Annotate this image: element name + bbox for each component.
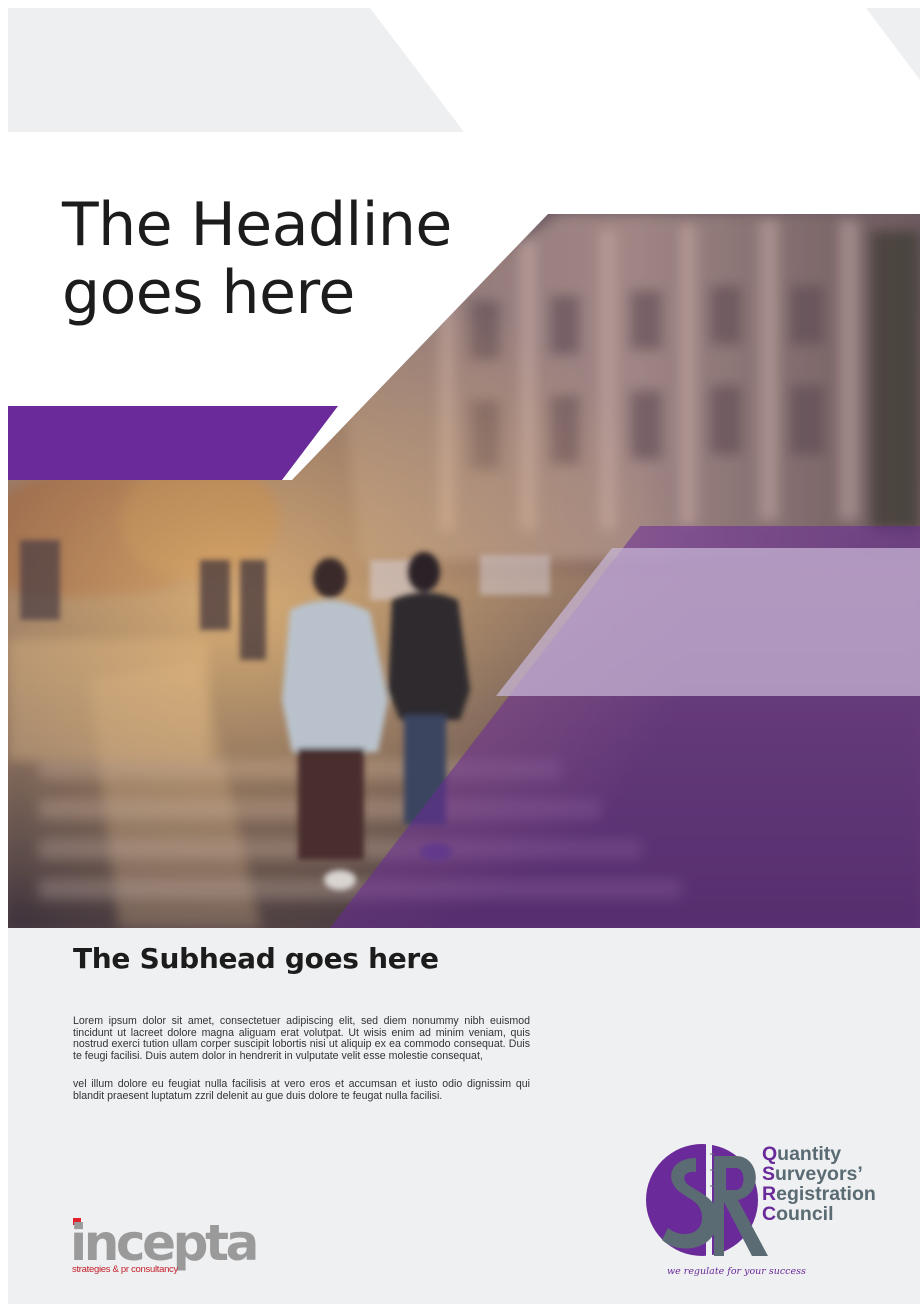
body-copy: Lorem ipsum dolor sit amet, consectetuer… (73, 1015, 530, 1120)
subhead: The Subhead goes here (73, 942, 439, 975)
qsrc-logo: Quantity Surveyors’ Registration Council… (640, 1140, 900, 1290)
poster-page: The Headline goes here The Subhead goes … (0, 0, 920, 1304)
incepta-tagline: strategies & pr consultancy (72, 1264, 178, 1275)
qsrc-line-surveyors: Surveyors’ (762, 1163, 863, 1185)
headline-line-2: goes here (62, 257, 355, 328)
body-paragraph-2: vel illum dolore eu feugiat nulla facili… (73, 1078, 530, 1102)
qsrc-line-quantity: Quantity (762, 1143, 842, 1165)
qsrc-name: Quantity Surveyors’ Registration Council (762, 1144, 876, 1224)
qsrc-line-registration: Registration (762, 1183, 876, 1205)
headline: The Headline goes here (62, 190, 532, 328)
headline-line-1: The Headline (62, 190, 452, 260)
qsrc-tagline: we regulate for your success (667, 1266, 806, 1277)
qsrc-emblem-icon (646, 1144, 768, 1256)
body-paragraph-1: Lorem ipsum dolor sit amet, consectetuer… (73, 1015, 530, 1062)
incepta-wordmark: incepta (70, 1214, 259, 1272)
qsrc-line-council: Council (762, 1203, 834, 1225)
incepta-logo: incepta strategies & pr consultancy (70, 1216, 270, 1280)
